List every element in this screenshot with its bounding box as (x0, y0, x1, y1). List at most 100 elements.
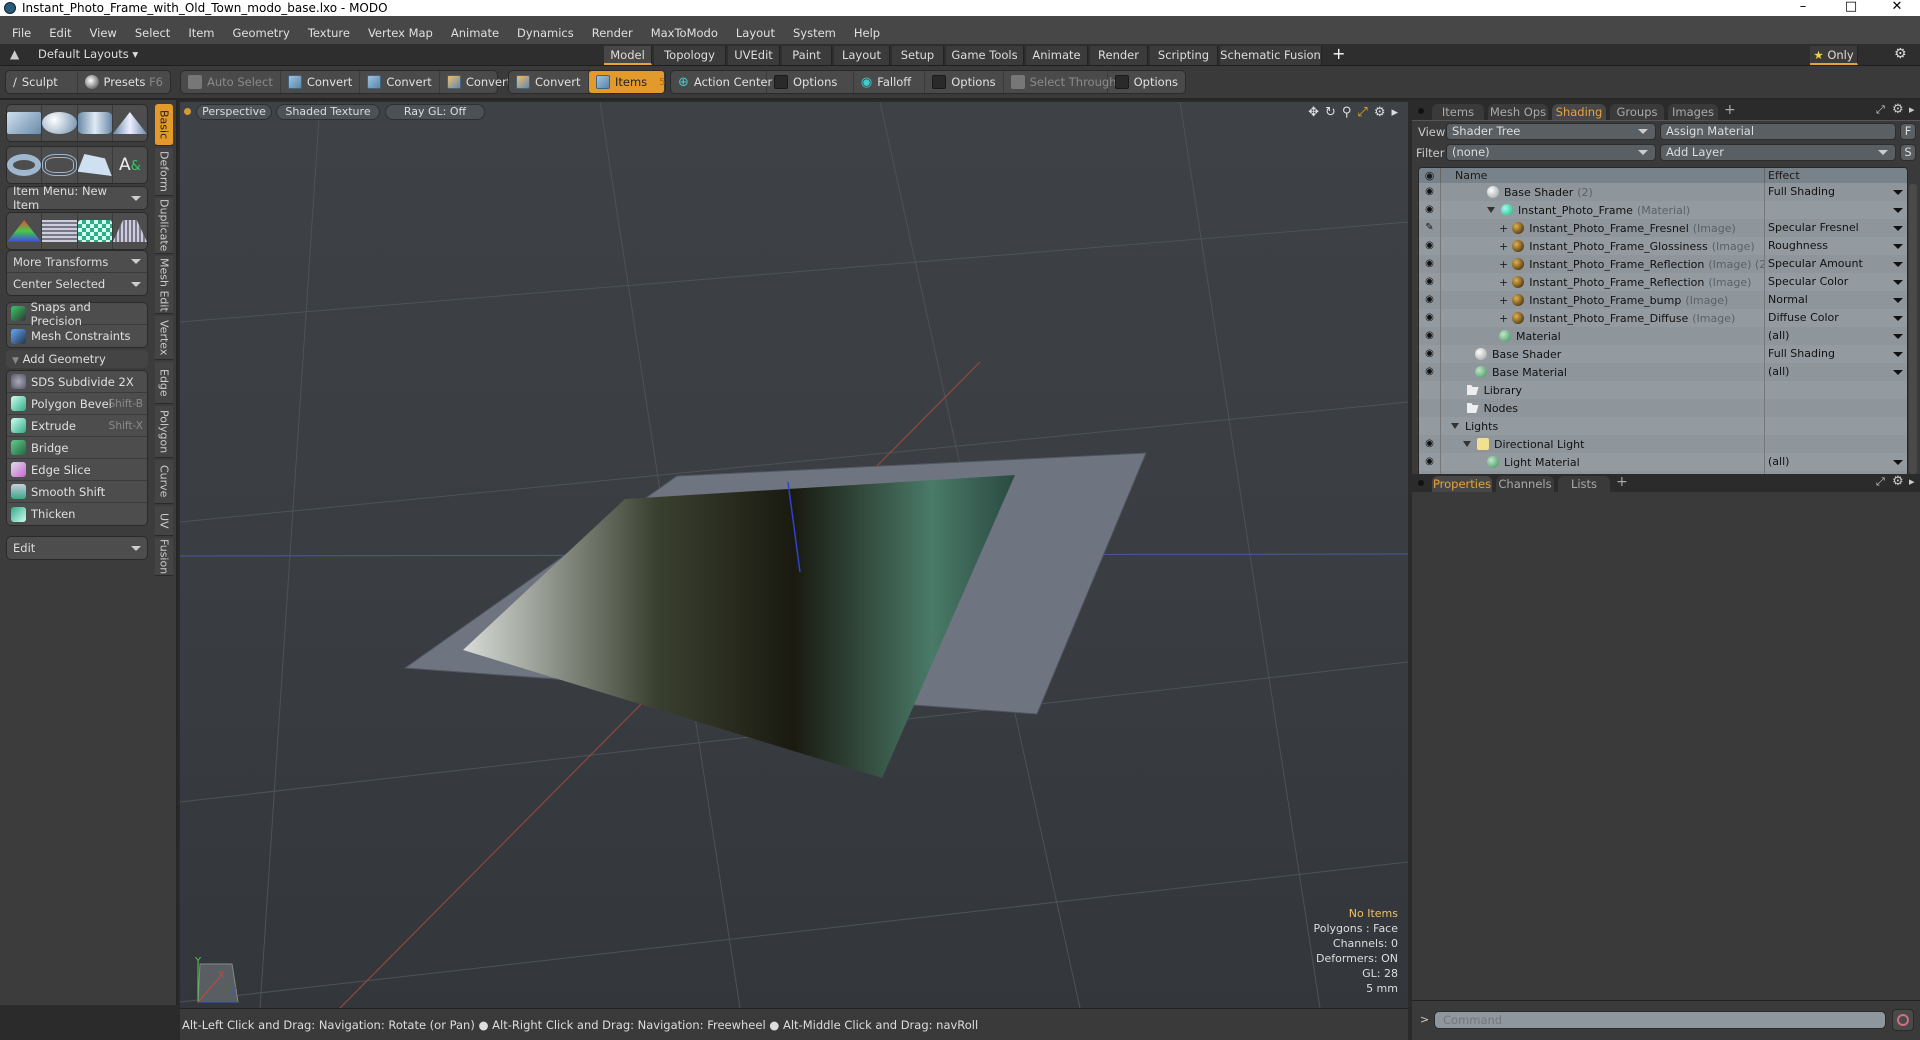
menu-animate[interactable]: Animate (451, 26, 499, 40)
effect-dropdown[interactable]: (all) (1765, 327, 1907, 345)
shader-tree-row[interactable]: ◉ Light Material (all) (1419, 453, 1907, 471)
falloff-button[interactable]: ◉ Falloff (854, 71, 926, 93)
zoom-icon[interactable]: ⚲ (1342, 105, 1352, 120)
effect-column-header[interactable]: Effect (1765, 168, 1907, 183)
viewport-expand-icon[interactable]: ▸ (1391, 105, 1398, 120)
menu-select[interactable]: Select (135, 26, 170, 40)
center-selected-dropdown[interactable]: Center Selected (7, 273, 147, 295)
edit-dropdown[interactable]: Edit (7, 537, 147, 559)
torus-primitive-button[interactable] (7, 147, 43, 183)
panel-indicator-icon[interactable] (1418, 108, 1424, 114)
menu-system[interactable]: System (793, 26, 836, 40)
convert-polygons-button[interactable]: Convert (440, 71, 518, 93)
tab-lists[interactable]: Lists (1558, 476, 1610, 492)
effect-dropdown[interactable]: Diffuse Color (1765, 309, 1907, 327)
close-button[interactable]: ✕ (1874, 0, 1920, 16)
polygon-bevel-button[interactable]: Polygon Bevel Shift-B (7, 393, 147, 415)
tab-animate[interactable]: Animate (1026, 46, 1088, 65)
expand-plus-icon[interactable]: + (1499, 294, 1508, 307)
convert-materials-button[interactable]: Convert (509, 71, 589, 93)
tree-scrollbar[interactable] (1909, 184, 1917, 474)
shader-tree-row[interactable]: ◉ + Instant_Photo_Frame_bump (Image) Normal (1419, 291, 1907, 309)
add-geometry-section[interactable]: ▼ Add Geometry (6, 350, 148, 368)
eye-icon[interactable]: ◉ (1419, 453, 1441, 471)
vtab-duplicate[interactable]: Duplicate (155, 198, 173, 254)
effect-dropdown[interactable]: Normal (1765, 291, 1907, 309)
view-mode-button[interactable]: Perspective (196, 104, 272, 120)
shading-mode-button[interactable]: Shaded Texture (276, 104, 380, 120)
shader-tree-row[interactable]: ◉ + Instant_Photo_Frame_Glossiness (Image) R… (1419, 237, 1907, 255)
filter-select[interactable]: (none) (1446, 144, 1656, 161)
tab-schematic-fusion[interactable]: Schematic Fusion (1220, 46, 1322, 65)
edge-slice-button[interactable]: Edge Slice (7, 459, 147, 481)
maximize-button[interactable]: □ (1828, 0, 1874, 16)
viewport-gear-icon[interactable]: ⚙ (1374, 105, 1386, 120)
mesh-constraints-button[interactable]: Mesh Constraints (7, 325, 147, 347)
taper-tool-button[interactable] (112, 213, 147, 249)
expand-arrow-icon[interactable] (1463, 441, 1471, 447)
vtab-curve[interactable]: Curve (155, 460, 173, 504)
menu-item[interactable]: Item (188, 26, 214, 40)
tab-model[interactable]: Model (604, 46, 652, 65)
eye-icon[interactable]: ◉ (1419, 345, 1441, 363)
shader-tree-row[interactable]: ◉ + Instant_Photo_Frame_Reflection (Image) S… (1419, 273, 1907, 291)
maximize-viewport-icon[interactable]: ⤢ (1357, 105, 1367, 120)
visibility-empty[interactable] (1419, 417, 1441, 435)
panel-indicator-icon[interactable] (1418, 480, 1424, 486)
tab-channels[interactable]: Channels (1496, 476, 1554, 492)
menu-vertex-map[interactable]: Vertex Map (368, 26, 433, 40)
pen-tool-button[interactable] (77, 147, 113, 183)
eye-icon[interactable]: ◉ (1419, 291, 1441, 309)
select-through-button[interactable]: Select Through (1004, 71, 1116, 93)
shader-tree-row[interactable]: ◉ Instant_Photo_Frame (Material) (1419, 201, 1907, 219)
menu-layout[interactable]: Layout (736, 26, 775, 40)
action-center-options-button[interactable]: Options (767, 71, 854, 93)
tab-layout[interactable]: Layout (834, 46, 890, 65)
tab-topology[interactable]: Topology (654, 46, 726, 65)
view-select[interactable]: Shader Tree (1446, 123, 1656, 140)
expand-panel-icon[interactable]: ⤢ (1876, 475, 1885, 489)
raygl-button[interactable]: Ray GL: Off (385, 104, 485, 120)
more-transforms-dropdown[interactable]: More Transforms (7, 251, 147, 273)
thicken-button[interactable]: Thicken (7, 503, 147, 525)
default-layouts-dropdown[interactable]: Default Layouts ▾ (38, 47, 138, 61)
vtab-deform[interactable]: Deform (155, 148, 173, 196)
expand-arrow-icon[interactable] (1487, 207, 1495, 213)
expand-plus-icon[interactable]: + (1499, 240, 1508, 253)
effect-dropdown[interactable] (1765, 435, 1907, 453)
transform-tool-button[interactable] (7, 213, 43, 249)
tab-setup[interactable]: Setup (892, 46, 944, 65)
pan-icon[interactable]: ✥ (1308, 105, 1319, 120)
effect-dropdown[interactable]: (all) (1765, 453, 1907, 471)
text-tool-button[interactable]: A& (113, 147, 147, 183)
viewport-indicator-icon[interactable] (184, 108, 191, 115)
menu-maxtomodo[interactable]: MaxToModo (651, 26, 718, 40)
shader-tree-row[interactable]: ◉ Base Shader Full Shading (1419, 345, 1907, 363)
select-through-options-button[interactable]: Options (1108, 71, 1185, 93)
menu-dynamics[interactable]: Dynamics (517, 26, 574, 40)
smooth-shift-button[interactable]: Smooth Shift (7, 481, 147, 503)
eye-icon[interactable]: ◉ (1419, 237, 1441, 255)
effect-dropdown[interactable]: Specular Amount (1765, 255, 1907, 273)
effect-dropdown[interactable]: Full Shading (1765, 183, 1907, 201)
menu-geometry[interactable]: Geometry (233, 26, 290, 40)
tab-groups[interactable]: Groups (1610, 104, 1664, 120)
shader-tree-row[interactable]: Library (1419, 381, 1907, 399)
eye-icon[interactable]: ◉ (1419, 255, 1441, 273)
add-tab-button[interactable]: + (1332, 44, 1345, 63)
vtab-fusion[interactable]: Fusion (155, 538, 173, 576)
convert-edges-button[interactable]: Convert (360, 71, 440, 93)
menu-texture[interactable]: Texture (308, 26, 350, 40)
expand-plus-icon[interactable]: + (1499, 222, 1508, 235)
effect-dropdown[interactable]: Specular Fresnel (1765, 219, 1907, 237)
tab-game-tools[interactable]: Game Tools (946, 46, 1024, 65)
visibility-empty[interactable] (1419, 381, 1441, 399)
items-mode-button[interactable]: Items 5 (589, 71, 665, 93)
eye-icon[interactable]: ◉ (1419, 183, 1441, 201)
falloff-options-button[interactable]: Options (925, 71, 1004, 93)
sphere-primitive-button[interactable] (42, 105, 78, 141)
tab-uvedit[interactable]: UVEdit (728, 46, 780, 65)
vtab-basic[interactable]: Basic (155, 104, 173, 146)
sculpt-button[interactable]: ∕ Sculpt (6, 71, 78, 93)
vtab-uv[interactable]: UV (155, 506, 173, 536)
